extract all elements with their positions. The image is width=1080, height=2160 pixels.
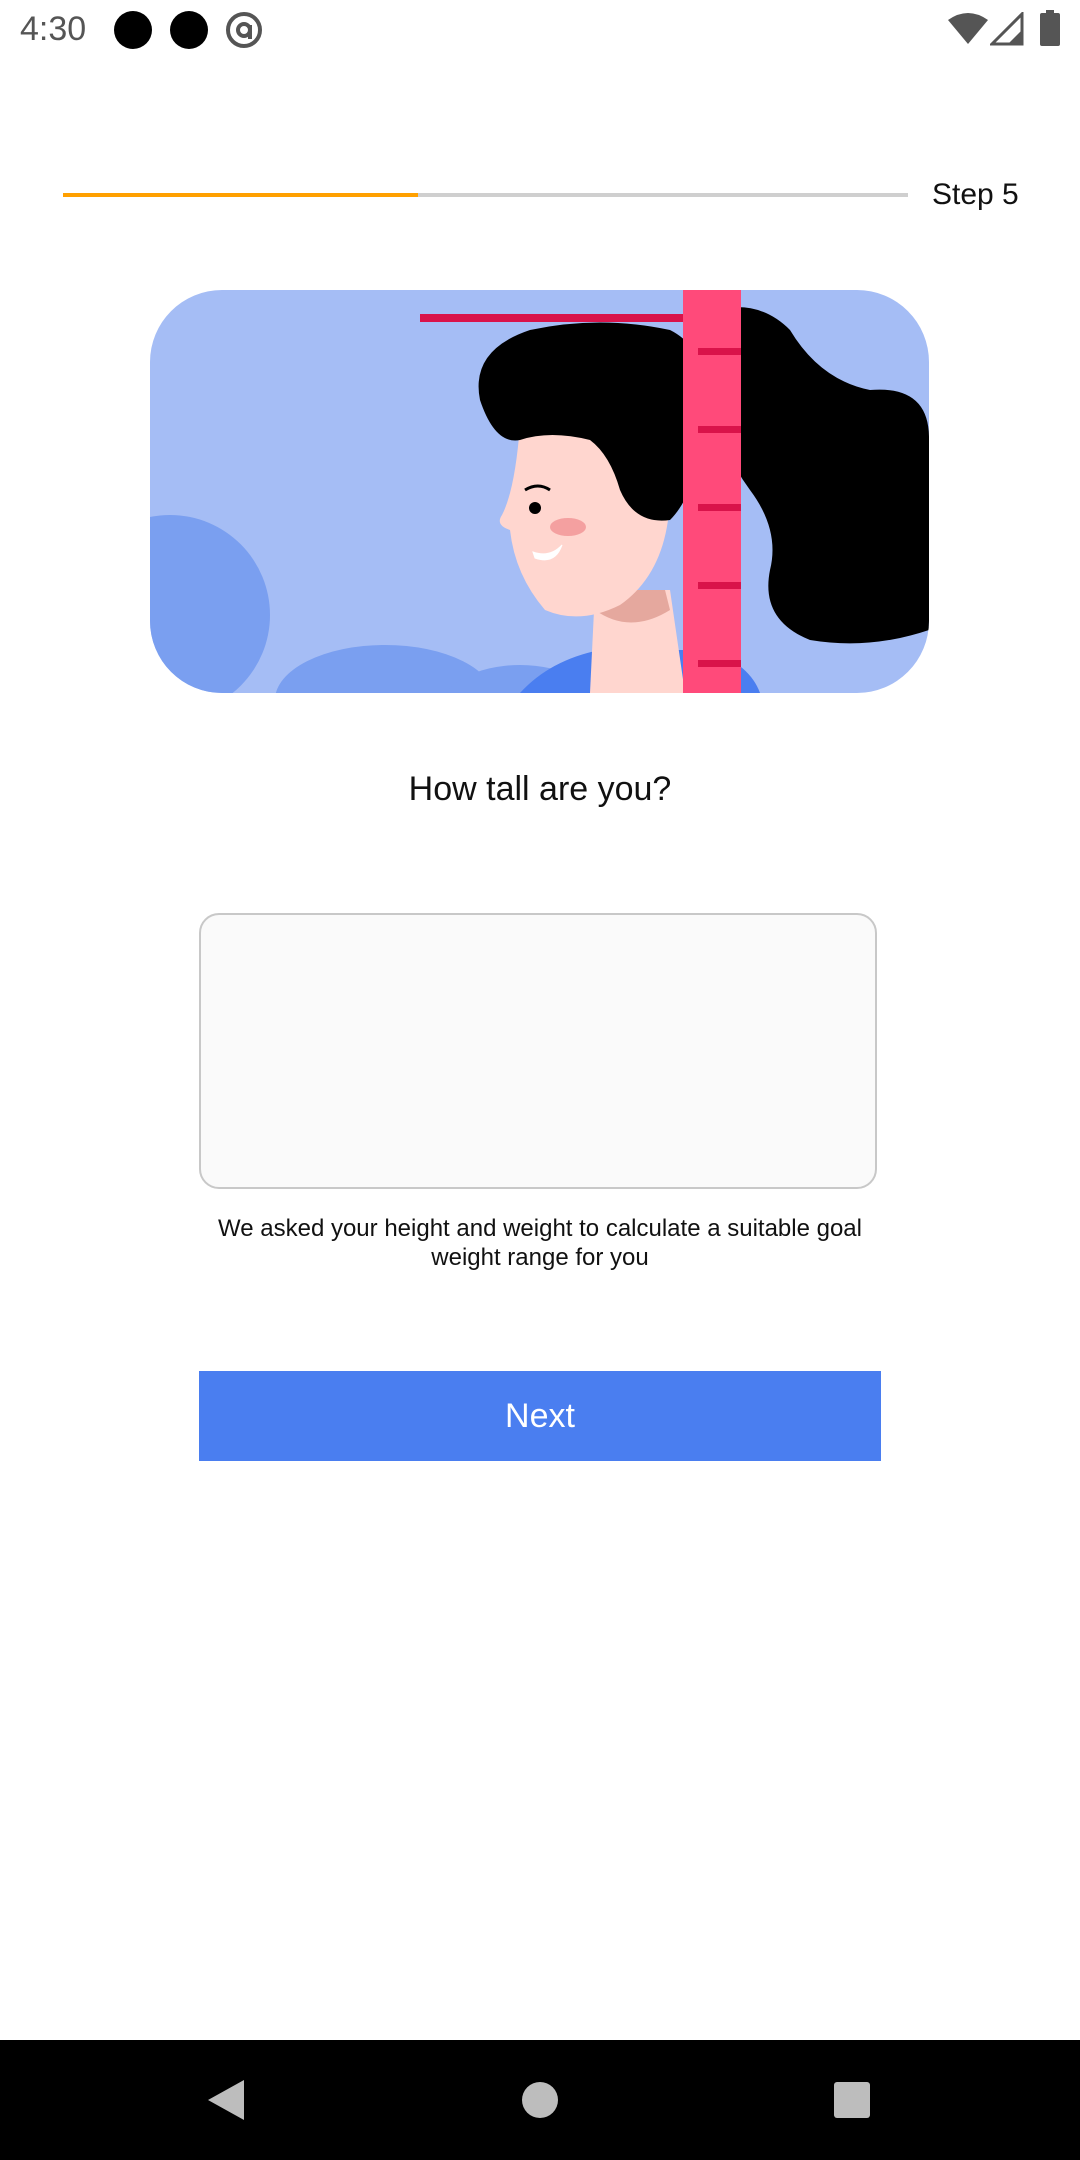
home-icon[interactable]	[522, 2082, 558, 2118]
helper-text: We asked your height and weight to calcu…	[218, 1215, 862, 1271]
height-input[interactable]	[199, 913, 877, 1189]
recents-icon[interactable]	[834, 2082, 870, 2118]
status-time: 4:30	[20, 10, 87, 48]
battery-icon	[1040, 10, 1060, 46]
status-bar: 4:30	[0, 0, 1080, 60]
notification-dot-icon	[170, 11, 208, 49]
back-icon[interactable]	[206, 2078, 246, 2122]
navigation-bar	[0, 2040, 1080, 2160]
next-button[interactable]: Next	[199, 1371, 881, 1461]
progress-bar	[63, 193, 908, 197]
progress-fill	[63, 193, 418, 197]
at-sign-icon	[226, 12, 262, 48]
question-heading: How tall are you?	[408, 770, 672, 808]
notification-dot-icon	[114, 11, 152, 49]
step-label: Step 5	[932, 178, 1019, 211]
wifi-icon	[948, 13, 988, 44]
height-measurement-illustration	[150, 290, 929, 693]
cell-signal-icon	[990, 12, 1024, 46]
